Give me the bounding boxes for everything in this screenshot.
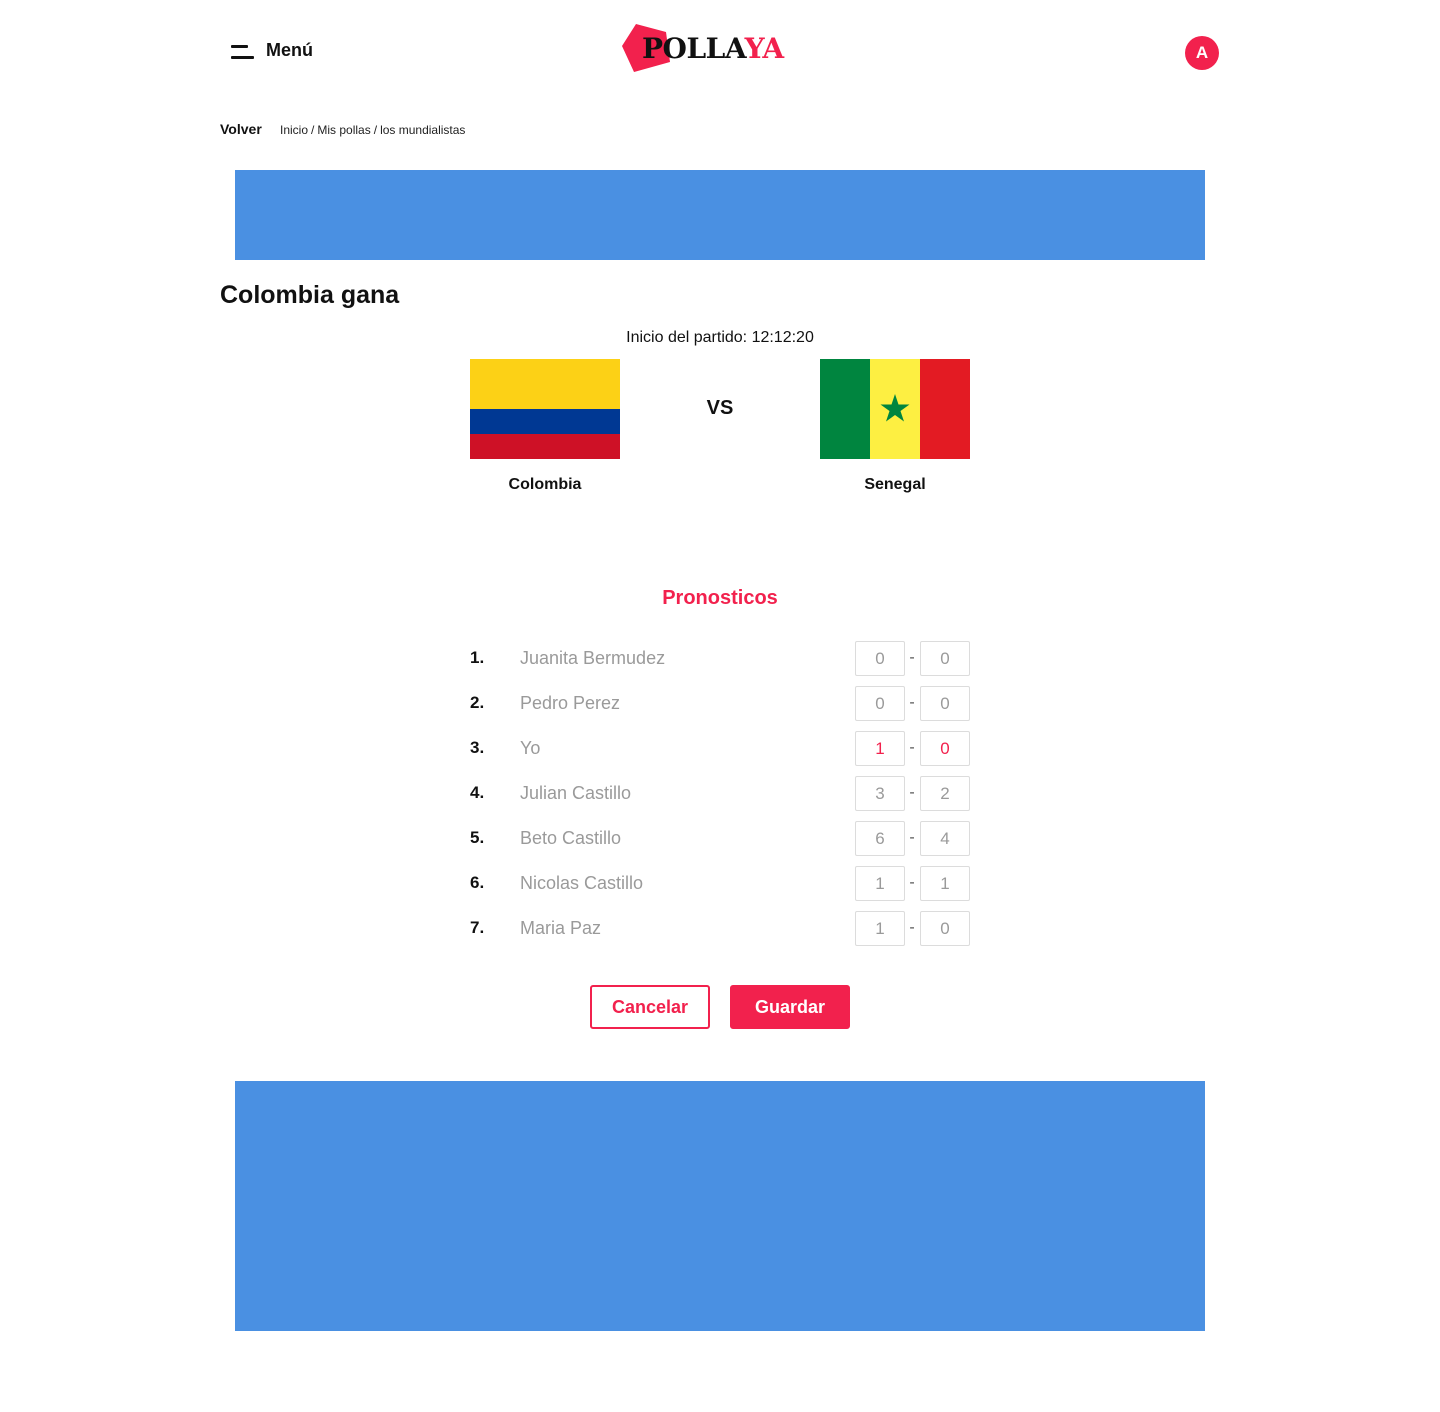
away-team-name: Senegal [864, 476, 926, 493]
away-score-input[interactable]: 0 [920, 641, 970, 676]
colombia-flag-icon [470, 359, 620, 459]
score-separator: - [909, 829, 915, 846]
breadcrumb-item-mis-pollas[interactable]: Mis pollas [317, 123, 370, 137]
ad-banner-bottom [235, 1081, 1205, 1331]
score-separator: - [909, 874, 915, 891]
prediction-player-name: Maria Paz [520, 918, 602, 938]
cancel-button[interactable]: Cancelar [590, 985, 710, 1029]
page-title: Colombia gana [220, 281, 400, 309]
prediction-rank: 3. [470, 738, 485, 757]
home-score-input[interactable]: 3 [855, 776, 905, 811]
senegal-flag-icon [820, 359, 970, 459]
ad-banner-top [235, 170, 1205, 260]
prediction-rank: 2. [470, 693, 485, 712]
prediction-rank: 7. [470, 918, 485, 937]
prediction-row-own: 3. Yo 1 - 0 [470, 730, 970, 775]
predictions-title: Pronosticos [662, 587, 778, 609]
prediction-player-name: Nicolas Castillo [520, 873, 644, 893]
prediction-player-name: Juanita Bermudez [520, 648, 666, 668]
home-score-input[interactable]: 1 [855, 911, 905, 946]
vs-label: VS [706, 397, 734, 419]
prediction-row: 4. Julian Castillo 3 - 2 [470, 775, 970, 820]
logo-text-main: POLLA [642, 32, 745, 65]
score-separator: - [909, 784, 915, 801]
prediction-player-name: Yo [520, 738, 541, 758]
score-separator: - [909, 649, 915, 666]
breadcrumb: Inicio / Mis pollas / los mundialistas [280, 123, 466, 137]
breadcrumb-item-current: los mundialistas [380, 123, 466, 137]
user-avatar[interactable]: A [1185, 36, 1219, 70]
logo-text-accent: YA [744, 32, 784, 65]
hamburger-icon [231, 43, 254, 59]
pollaya-logo[interactable]: POLLAYA [622, 22, 802, 74]
away-score-input[interactable]: 4 [920, 821, 970, 856]
menu-button[interactable]: Menú [231, 40, 313, 61]
prediction-player-name: Julian Castillo [520, 783, 632, 803]
predictions-list: 1. Juanita Bermudez 0 - 0 2. Pedro Perez… [470, 640, 970, 955]
score-separator: - [909, 739, 915, 756]
prediction-row: 7. Maria Paz 1 - 0 [470, 910, 970, 955]
away-score-input[interactable]: 0 [920, 686, 970, 721]
prediction-row: 5. Beto Castillo 6 - 4 [470, 820, 970, 865]
back-link[interactable]: Volver [220, 121, 262, 137]
prediction-rank: 1. [470, 648, 485, 667]
away-score-input[interactable]: 0 [920, 911, 970, 946]
home-score-input[interactable]: 1 [855, 866, 905, 901]
breadcrumb-item-inicio[interactable]: Inicio [280, 123, 308, 137]
prediction-row: 1. Juanita Bermudez 0 - 0 [470, 640, 970, 685]
menu-label: Menú [266, 40, 313, 60]
prediction-rank: 6. [470, 873, 485, 892]
away-score-input[interactable]: 1 [920, 866, 970, 901]
kickoff-time: Inicio del partido: 12:12:20 [626, 329, 814, 346]
score-separator: - [909, 919, 915, 936]
home-score-input[interactable]: 0 [855, 641, 905, 676]
save-button[interactable]: Guardar [730, 985, 850, 1029]
prediction-player-name: Pedro Perez [520, 693, 621, 713]
score-separator: - [909, 694, 915, 711]
prediction-rank: 4. [470, 783, 485, 802]
prediction-row: 6. Nicolas Castillo 1 - 1 [470, 865, 970, 910]
home-score-input[interactable]: 0 [855, 686, 905, 721]
home-team-name: Colombia [508, 476, 582, 493]
away-score-input[interactable]: 0 [920, 731, 970, 766]
away-score-input[interactable]: 2 [920, 776, 970, 811]
prediction-rank: 5. [470, 828, 485, 847]
home-score-input[interactable]: 6 [855, 821, 905, 856]
home-score-input[interactable]: 1 [855, 731, 905, 766]
prediction-row: 2. Pedro Perez 0 - 0 [470, 685, 970, 730]
prediction-player-name: Beto Castillo [520, 828, 622, 848]
